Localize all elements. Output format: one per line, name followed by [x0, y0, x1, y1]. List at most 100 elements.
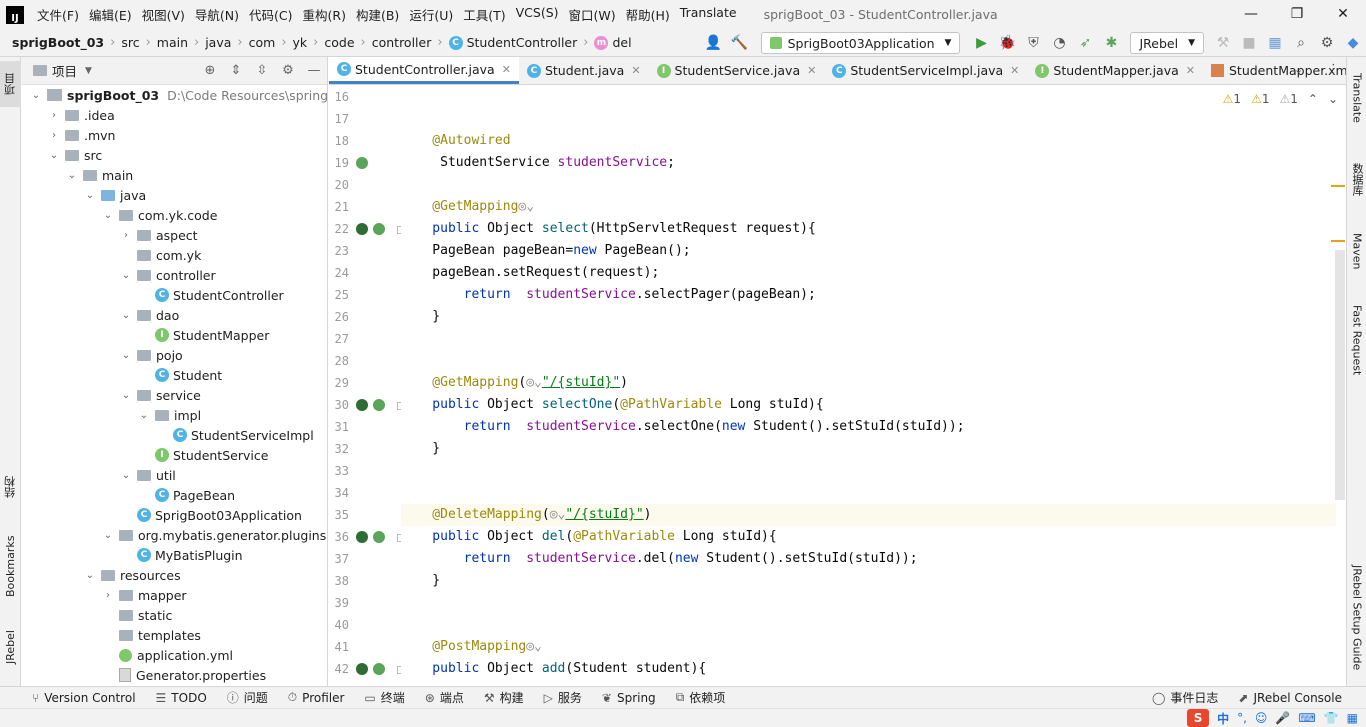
tree-node[interactable]: templates	[101, 625, 201, 645]
chevron-down-icon[interactable]: ⌄	[29, 90, 43, 101]
code-line[interactable]: pageBean.setRequest(request);	[401, 262, 1336, 284]
database-tool-tab[interactable]: 数据库	[1347, 153, 1366, 205]
code-line[interactable]: @GetMapping◎⌄	[401, 196, 1336, 218]
punctuation-icon[interactable]: °,	[1237, 711, 1247, 725]
maven-tool-tab[interactable]: Maven	[1347, 223, 1366, 279]
close-tab-icon[interactable]: ✕	[807, 64, 816, 77]
code-line[interactable]	[401, 460, 1336, 482]
more-options-icon[interactable]: ⋮	[1327, 62, 1340, 77]
bottom-tool-tab[interactable]: ☰ TODO	[146, 689, 217, 706]
close-tab-icon[interactable]: ✕	[502, 63, 511, 76]
code-line[interactable]: return studentService.del(new Student().…	[401, 548, 1336, 570]
tree-node[interactable]: › mapper	[101, 585, 187, 605]
code-line[interactable]: public Object add(Student student){	[401, 658, 1336, 680]
bottom-tool-tab[interactable]: ⧉ 依赖项	[666, 689, 736, 706]
project-tool-tab[interactable]: 项目	[0, 61, 21, 107]
weak-warning-count[interactable]: ⚠1	[1279, 92, 1297, 106]
tree-node[interactable]: ⌄ controller	[119, 265, 216, 285]
intellij-logo-icon[interactable]: IJ	[6, 5, 24, 24]
jrebel-tool-tab[interactable]: JRebel	[0, 619, 21, 675]
microphone-icon[interactable]: 🎤	[1275, 711, 1290, 725]
editor-tab[interactable]: I StudentService.java ✕	[649, 57, 825, 84]
tree-node[interactable]: C Student	[137, 365, 222, 385]
code-line[interactable]: @PostMapping◎⌄	[401, 636, 1336, 658]
bottom-tool-tab[interactable]: ▷ 服务	[534, 689, 592, 706]
close-tab-icon[interactable]: ✕	[1186, 64, 1195, 77]
bottom-tool-tab[interactable]: ⚒ 构建	[474, 689, 534, 706]
profile-icon[interactable]: ◔	[1046, 32, 1072, 54]
bottom-tool-tab[interactable]: ▭ 终端	[354, 689, 414, 706]
hide-panel-icon[interactable]: —	[301, 63, 327, 78]
code-line[interactable]: }	[401, 570, 1336, 592]
menu-item-6[interactable]: 构建(B)	[351, 5, 404, 24]
code-line[interactable]	[401, 350, 1336, 372]
jetbrains-toolbox-icon[interactable]: ◆	[1340, 32, 1366, 54]
menu-item-3[interactable]: 导航(N)	[190, 5, 244, 24]
tree-node[interactable]: application.yml	[101, 645, 233, 665]
breadcrumb-item[interactable]: › src	[104, 35, 139, 50]
warning-count-2[interactable]: ⚠1	[1251, 92, 1269, 106]
next-highlight-icon[interactable]: ⌄	[1328, 92, 1338, 106]
menu-item-0[interactable]: 文件(F)	[32, 5, 84, 24]
structure-tool-tab[interactable]: 结构	[0, 465, 21, 509]
chevron-down-icon[interactable]: ⌄	[83, 570, 97, 581]
spring-bean-icon[interactable]	[356, 157, 368, 169]
chevron-right-icon[interactable]: ›	[119, 230, 133, 241]
skin-icon[interactable]: 👕	[1324, 711, 1339, 725]
editor-tab[interactable]: I StudentMapper.java ✕	[1027, 57, 1203, 84]
hammer-icon[interactable]: ⚒	[1210, 32, 1236, 54]
chevron-down-icon[interactable]: ⌄	[83, 190, 97, 201]
tree-node[interactable]: C MyBatisPlugin	[119, 545, 243, 565]
debug-icon[interactable]: 🐞	[994, 32, 1020, 54]
chevron-right-icon[interactable]: ›	[47, 110, 61, 121]
chevron-down-icon[interactable]: ▼	[85, 66, 92, 76]
menu-item-8[interactable]: 工具(T)	[458, 5, 510, 24]
tree-node[interactable]: Generator.properties	[101, 665, 266, 685]
tree-node[interactable]: › aspect	[119, 225, 198, 245]
tree-node[interactable]: › .mvn	[47, 125, 115, 145]
tree-node[interactable]: ⌄ src	[47, 145, 102, 165]
jrebel-setup-guide-tab[interactable]: JRebel Setup Guide	[1347, 557, 1366, 679]
code-line[interactable]: StudentService studentService;	[401, 152, 1336, 174]
menu-item-7[interactable]: 运行(U)	[404, 5, 458, 24]
chevron-down-icon[interactable]: ⌄	[119, 470, 133, 481]
tree-node[interactable]: ⌄ dao	[119, 305, 179, 325]
tree-node[interactable]: ⌄ sprigBoot_03 D:\Code Resources\springBoo	[29, 85, 327, 105]
fast-request-tool-tab[interactable]: Fast Request	[1347, 297, 1366, 383]
endpoint-icon[interactable]	[373, 223, 385, 235]
tree-node[interactable]: C StudentController	[137, 285, 284, 305]
code-line[interactable]	[401, 592, 1336, 614]
breadcrumb-item[interactable]: › m del	[577, 35, 631, 50]
editor-tab[interactable]: StudentMapper.xml✕	[1203, 57, 1366, 84]
bookmarks-tool-tab[interactable]: Bookmarks	[0, 523, 21, 609]
endpoint-icon[interactable]	[373, 399, 385, 411]
tree-node[interactable]: com.yk	[119, 245, 201, 265]
chevron-down-icon[interactable]: ⌄	[101, 210, 115, 221]
rocket-request-icon[interactable]	[356, 531, 368, 543]
tree-node[interactable]: ⌄ resources	[83, 565, 181, 585]
expand-all-icon[interactable]: ⇕	[223, 63, 249, 78]
event-log-tab[interactable]: ◯ 事件日志	[1142, 689, 1228, 706]
code-line[interactable]	[401, 108, 1336, 130]
chevron-down-icon[interactable]: ⌄	[137, 410, 151, 421]
run-icon[interactable]: ▶	[968, 32, 994, 54]
menu-item-4[interactable]: 代码(C)	[244, 5, 297, 24]
bottom-tool-tab[interactable]: ⏱ Profiler	[278, 689, 355, 706]
breadcrumb-item[interactable]: › java	[188, 35, 231, 50]
prev-highlight-icon[interactable]: ⌃	[1308, 92, 1318, 106]
gear-icon[interactable]: ⚙	[275, 63, 301, 78]
warning-marker[interactable]	[1331, 185, 1345, 187]
breadcrumb-item[interactable]: › code	[307, 35, 354, 50]
chevron-right-icon[interactable]: ›	[47, 130, 61, 141]
chevron-down-icon[interactable]: ⌄	[47, 150, 61, 161]
emoji-icon[interactable]: ☺	[1255, 711, 1268, 725]
tree-node[interactable]: ⌄ util	[119, 465, 176, 485]
close-window-button[interactable]: ✕	[1320, 0, 1366, 29]
rocket-request-icon[interactable]	[356, 399, 368, 411]
code-line[interactable]	[401, 614, 1336, 636]
tree-node[interactable]: ⌄ impl	[137, 405, 201, 425]
code-editor[interactable]: @Autowired StudentService studentService…	[401, 85, 1336, 686]
jrebel-select[interactable]: JRebel ▼	[1130, 32, 1204, 54]
chevron-right-icon[interactable]: ›	[101, 590, 115, 601]
tree-node[interactable]: C StudentServiceImpl	[155, 425, 314, 445]
